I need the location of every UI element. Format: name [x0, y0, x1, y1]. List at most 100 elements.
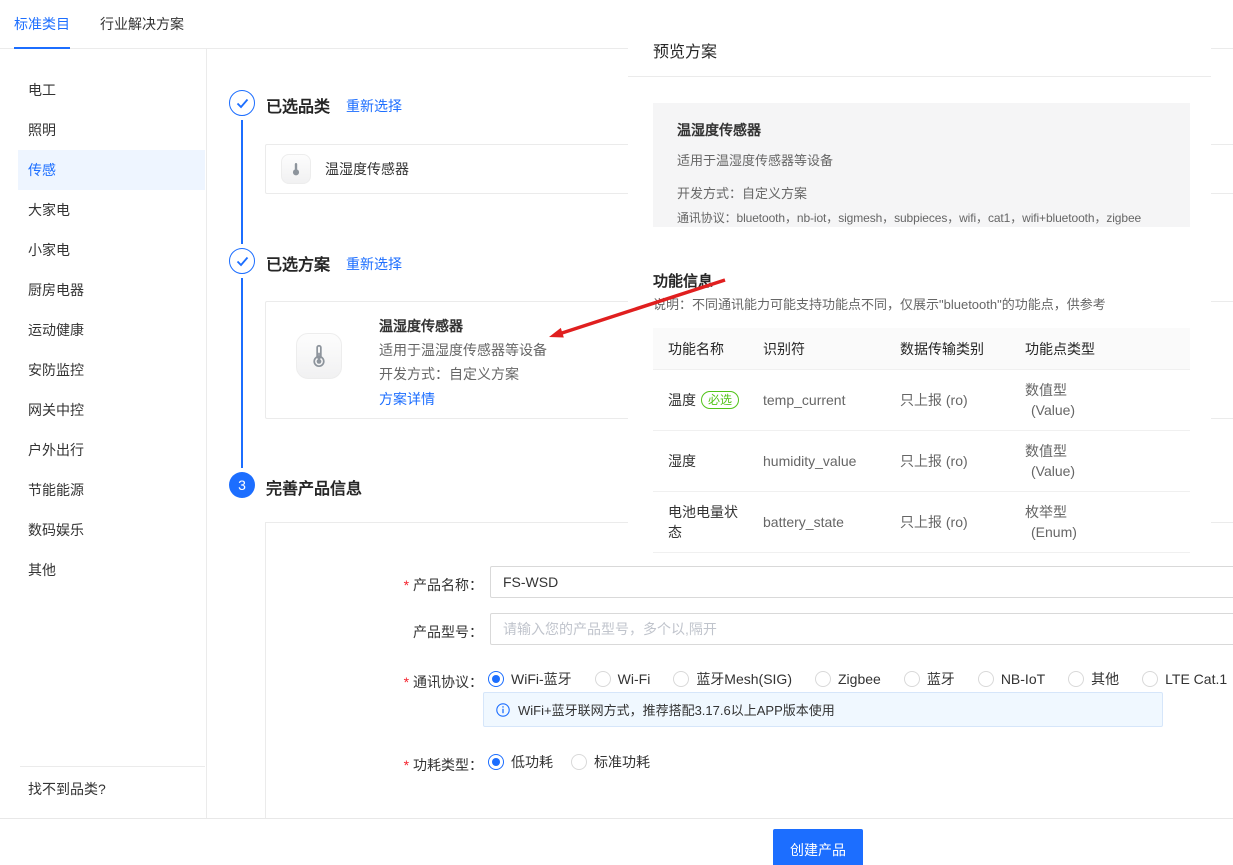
column-header: 数据传输类别: [900, 339, 1025, 359]
check-icon: [236, 256, 249, 267]
dp-type-code: (Value): [1025, 461, 1175, 481]
protocol-radio-option[interactable]: NB-IoT: [978, 671, 1045, 687]
radio-label: 低功耗: [511, 752, 553, 772]
dp-type-code: (Enum): [1025, 522, 1175, 542]
sidebar-item-label: 户外出行: [28, 442, 84, 458]
sidebar-item-label: 照明: [28, 122, 56, 138]
dp-type-name: 数值型: [1025, 380, 1175, 400]
sidebar-item-label: 电工: [28, 82, 56, 98]
dp-type-name: 数值型: [1025, 441, 1175, 461]
preview-dev-mode: 开发方式：自定义方案: [677, 183, 1166, 202]
function-table-row: 温度 必选 temp_current 只上报 (ro) 数值型 (Value): [653, 370, 1190, 431]
sidebar-item[interactable]: 安防监控: [18, 350, 205, 390]
protocol-radio-option[interactable]: LTE Cat.1: [1142, 671, 1227, 687]
tab-label: 标准类目: [14, 14, 70, 34]
function-table-header: 功能名称 识别符 数据传输类别 功能点类型: [653, 328, 1190, 370]
step-connector: [241, 120, 243, 244]
radio-icon: [488, 754, 504, 770]
dp-name-cell: 温度 必选: [668, 390, 748, 410]
required-badge: 必选: [701, 391, 739, 409]
power-type-radio-option[interactable]: 低功耗: [488, 752, 553, 772]
column-header: 功能点类型: [1025, 339, 1175, 359]
radio-label: Zigbee: [838, 671, 881, 687]
step2-reselect-link[interactable]: 重新选择: [346, 254, 402, 274]
dp-name: 温度: [668, 390, 696, 410]
protocol-radio-option[interactable]: 蓝牙: [904, 669, 955, 689]
dp-identifier: humidity_value: [763, 453, 900, 469]
step-connector: [241, 278, 243, 468]
dp-data-type: 枚举型 (Enum): [1025, 502, 1175, 542]
sidebar-item-label: 安防监控: [28, 362, 84, 378]
radio-dot-icon: [492, 675, 500, 683]
dp-name: 湿度: [668, 451, 696, 471]
radio-label: 标准功耗: [594, 752, 650, 772]
protocol-radio-option[interactable]: 其他: [1068, 669, 1119, 689]
solution-name: 温湿度传感器: [379, 318, 547, 334]
radio-label: 蓝牙: [927, 669, 955, 689]
step1-reselect-link[interactable]: 重新选择: [346, 96, 402, 116]
sidebar-item[interactable]: 数码娱乐: [18, 510, 205, 550]
dp-transfer-type: 只上报 (ro): [900, 390, 1025, 410]
divider: [628, 76, 1211, 77]
product-model-label: 产品型号：: [283, 622, 483, 642]
sidebar-item[interactable]: 网关中控: [18, 390, 205, 430]
dp-data-type: 数值型 (Value): [1025, 380, 1175, 420]
radio-label: 蓝牙Mesh(SIG): [696, 669, 792, 689]
sidebar-item[interactable]: 小家电: [18, 230, 205, 270]
function-info-title: 功能信息: [653, 270, 713, 291]
sidebar-item[interactable]: 节能能源: [18, 470, 205, 510]
dp-transfer-type: 只上报 (ro): [900, 451, 1025, 471]
step3-number: 3: [238, 477, 246, 493]
step1-done-icon: [229, 90, 255, 116]
cannot-find-category-link[interactable]: 找不到品类?: [20, 766, 205, 799]
power-type-radio-option[interactable]: 标准功耗: [571, 752, 650, 772]
product-name-input[interactable]: [490, 566, 1233, 598]
step2-done-icon: [229, 248, 255, 274]
radio-icon: [1142, 671, 1158, 687]
radio-label: Wi-Fi: [618, 671, 651, 687]
sidebar-item-label: 厨房电器: [28, 282, 84, 298]
protocol-hint: WiFi+蓝牙联网方式，推荐搭配3.17.6以上APP版本使用: [483, 692, 1163, 727]
sidebar-item-label: 传感: [28, 162, 56, 178]
function-table: 功能名称 识别符 数据传输类别 功能点类型 温度 必选 temp_current…: [653, 328, 1190, 553]
sidebar-item[interactable]: 户外出行: [18, 430, 205, 470]
sidebar-item[interactable]: 照明: [18, 110, 205, 150]
category-sidebar: 电工 照明 传感 大家电 小家电 厨房电器: [0, 49, 207, 818]
radio-icon: [815, 671, 831, 687]
tab-item[interactable]: 标准类目: [14, 0, 70, 48]
radio-icon: [1068, 671, 1084, 687]
protocol-radio-option[interactable]: Wi-Fi: [595, 671, 651, 687]
sidebar-item[interactable]: 厨房电器: [18, 270, 205, 310]
radio-dot-icon: [492, 758, 500, 766]
solution-dev-mode: 开发方式：自定义方案: [379, 366, 547, 382]
bottom-action-bar: 创建产品: [0, 818, 1233, 865]
radio-icon: [978, 671, 994, 687]
category-list: 电工 照明 传感 大家电 小家电 厨房电器: [18, 70, 205, 590]
dp-name-cell: 电池电量状态: [668, 502, 748, 542]
function-table-row: 电池电量状态 battery_state 只上报 (ro) 枚举型 (Enum): [653, 492, 1190, 553]
sidebar-item[interactable]: 其他: [18, 550, 205, 590]
step3-number-icon: 3: [229, 472, 255, 498]
column-header: 功能名称: [668, 339, 748, 359]
protocol-radio-option[interactable]: 蓝牙Mesh(SIG): [673, 669, 792, 689]
sidebar-item-label: 大家电: [28, 202, 70, 218]
protocol-radio-option[interactable]: WiFi-蓝牙: [488, 669, 572, 689]
sidebar-item-label: 其他: [28, 562, 56, 578]
radio-icon: [488, 671, 504, 687]
radio-label: NB-IoT: [1001, 671, 1045, 687]
tab-item[interactable]: 行业解决方案: [100, 0, 184, 48]
solution-detail-link[interactable]: 方案详情: [379, 391, 547, 407]
sidebar-item[interactable]: 传感: [18, 150, 205, 190]
dp-identifier: temp_current: [763, 392, 900, 408]
product-model-input[interactable]: [490, 613, 1233, 645]
sidebar-item[interactable]: 大家电: [18, 190, 205, 230]
power-type-radio-group: 低功耗 标准功耗: [488, 751, 650, 773]
radio-label: LTE Cat.1: [1165, 671, 1227, 687]
protocol-radio-group: WiFi-蓝牙 Wi-Fi 蓝牙Mesh(SIG) Zigbee 蓝牙: [488, 668, 1227, 690]
sidebar-item[interactable]: 电工: [18, 70, 205, 110]
step3-title: 完善产品信息: [266, 475, 362, 499]
solution-preview-panel: 预览方案 温湿度传感器 适用于温湿度传感器等设备 开发方式：自定义方案 通讯协议…: [628, 0, 1211, 556]
create-product-button[interactable]: 创建产品: [773, 829, 863, 865]
protocol-radio-option[interactable]: Zigbee: [815, 671, 881, 687]
sidebar-item[interactable]: 运动健康: [18, 310, 205, 350]
